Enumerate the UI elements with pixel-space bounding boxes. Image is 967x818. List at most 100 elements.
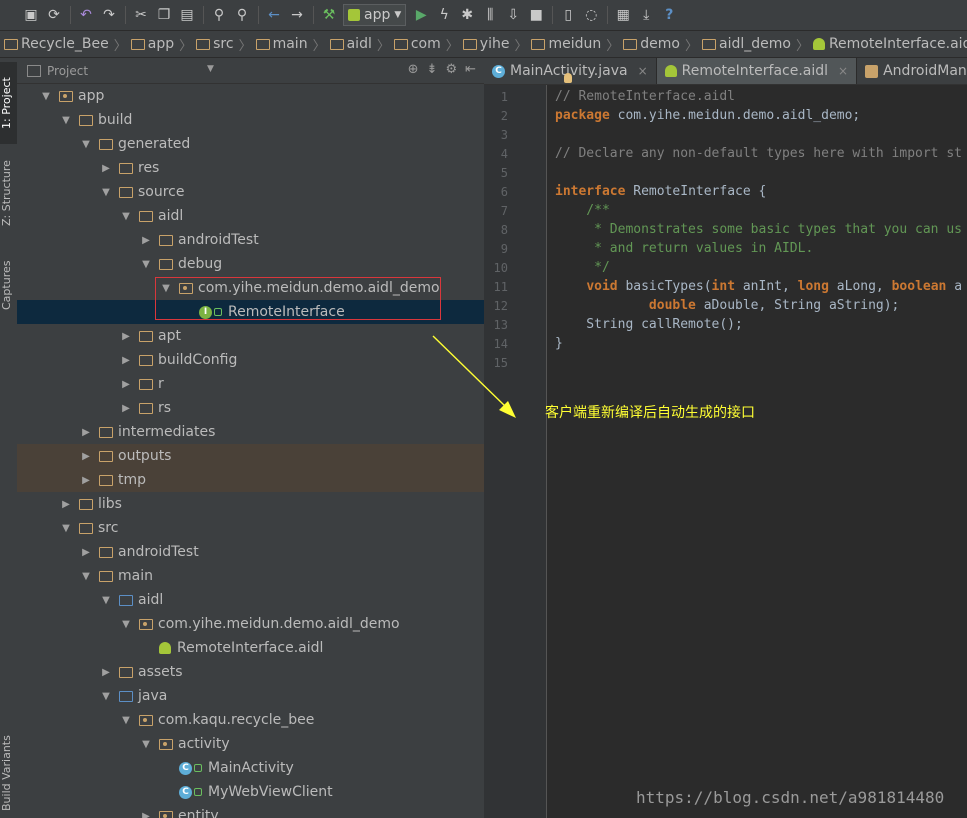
tree-row[interactable]: ▶ r <box>17 372 484 396</box>
tree-row[interactable]: C MyWebViewClient <box>17 780 484 804</box>
make-icon[interactable]: ⚒ <box>320 6 338 24</box>
tab-project[interactable]: 1: Project <box>0 62 17 144</box>
expand-arrow-icon[interactable]: ▼ <box>159 283 173 294</box>
debug-icon[interactable]: ✱ <box>458 6 476 24</box>
collapse-all-icon[interactable]: ⇟ <box>427 62 438 77</box>
attach-debugger-icon[interactable]: ⇩ <box>504 6 522 24</box>
expand-arrow-icon[interactable]: ▼ <box>39 91 53 102</box>
close-tab-icon[interactable]: × <box>638 64 648 78</box>
expand-arrow-icon[interactable]: ▼ <box>59 523 73 534</box>
breadcrumb-item[interactable]: aidl_demo 〉 <box>701 35 809 54</box>
hide-panel-icon[interactable]: ⇤ <box>465 62 476 77</box>
collapse-arrow-icon[interactable]: ▶ <box>139 811 153 818</box>
replace-icon[interactable]: ⚲ <box>233 6 251 24</box>
project-panel-title[interactable]: Project <box>47 64 88 78</box>
breadcrumb-item[interactable]: demo 〉 <box>623 35 698 54</box>
tree-row[interactable]: ▶ assets <box>17 660 484 684</box>
project-structure-icon[interactable]: ▦ <box>614 6 632 24</box>
tree-row[interactable]: ▶ rs <box>17 396 484 420</box>
collapse-arrow-icon[interactable]: ▶ <box>119 331 133 342</box>
breadcrumb-item[interactable]: aidl 〉 <box>329 35 390 54</box>
breadcrumb-item[interactable]: main 〉 <box>255 35 326 54</box>
tree-row[interactable]: ▼ build <box>17 108 484 132</box>
tree-row[interactable]: ▼ com.yihe.meidun.demo.aidl_demo <box>17 612 484 636</box>
tab-build-variants[interactable]: Build Variants <box>0 730 17 816</box>
gradle-sync-icon[interactable]: ◌ <box>582 6 600 24</box>
redo-icon[interactable]: ↷ <box>100 6 118 24</box>
forward-icon[interactable]: → <box>288 6 306 24</box>
collapse-arrow-icon[interactable]: ▶ <box>79 451 93 462</box>
tree-row[interactable]: ▶ androidTest <box>17 540 484 564</box>
copy-icon[interactable]: ❐ <box>155 6 173 24</box>
close-tab-icon[interactable]: × <box>838 64 848 78</box>
tree-row[interactable]: ▼ source <box>17 180 484 204</box>
tree-row[interactable]: ▼ app <box>17 84 484 108</box>
stop-icon[interactable]: ■ <box>527 6 545 24</box>
lightbulb-icon[interactable] <box>564 73 572 83</box>
tree-row[interactable]: ▶ entity <box>17 804 484 818</box>
profile-icon[interactable]: ⫼ <box>481 6 499 24</box>
tree-row[interactable]: ▶ apt <box>17 324 484 348</box>
expand-arrow-icon[interactable]: ▼ <box>59 115 73 126</box>
editor-tab[interactable]: AndroidManifest.xml <box>857 58 967 84</box>
expand-arrow-icon[interactable]: ▼ <box>79 139 93 150</box>
save-icon[interactable]: ▣ <box>22 6 40 24</box>
sdk-manager-icon[interactable]: ⤓ <box>637 6 655 24</box>
breadcrumb-item[interactable]: yihe 〉 <box>462 35 527 54</box>
collapse-arrow-icon[interactable]: ▶ <box>139 235 153 246</box>
expand-arrow-icon[interactable]: ▼ <box>139 739 153 750</box>
collapse-arrow-icon[interactable]: ▶ <box>119 403 133 414</box>
chevron-down-icon[interactable]: ▼ <box>207 64 214 74</box>
breadcrumb-item[interactable]: RemoteInterface.aidl <box>812 36 967 52</box>
tree-row[interactable]: C MainActivity <box>17 756 484 780</box>
tree-row-selected[interactable]: I RemoteInterface <box>17 300 484 324</box>
breadcrumb-item[interactable]: src 〉 <box>196 35 252 54</box>
undo-icon[interactable]: ↶ <box>77 6 95 24</box>
tree-row[interactable]: ▶ androidTest <box>17 228 484 252</box>
tree-row[interactable]: ▼ aidl <box>17 588 484 612</box>
tree-row[interactable]: ▼ src <box>17 516 484 540</box>
collapse-arrow-icon[interactable]: ▶ <box>119 355 133 366</box>
tree-row[interactable]: ▶ res <box>17 156 484 180</box>
tab-structure[interactable]: Z: Structure <box>0 154 17 232</box>
tree-row[interactable]: ▼ aidl <box>17 204 484 228</box>
expand-arrow-icon[interactable]: ▼ <box>99 595 113 606</box>
find-icon[interactable]: ⚲ <box>210 6 228 24</box>
tree-row[interactable]: ▶ intermediates <box>17 420 484 444</box>
tree-row[interactable]: ▼ main <box>17 564 484 588</box>
expand-arrow-icon[interactable]: ▼ <box>119 619 133 630</box>
collapse-arrow-icon[interactable]: ▶ <box>79 427 93 438</box>
tree-row[interactable]: ▶ outputs <box>17 444 484 468</box>
apply-changes-icon[interactable]: ϟ <box>435 6 453 24</box>
editor-tab[interactable]: RemoteInterface.aidl × <box>656 58 858 84</box>
expand-arrow-icon[interactable]: ▼ <box>139 259 153 270</box>
expand-arrow-icon[interactable]: ▼ <box>99 691 113 702</box>
tree-row[interactable]: ▼ com.yihe.meidun.demo.aidl_demo <box>17 276 484 300</box>
sync-icon[interactable]: ⟳ <box>45 6 63 24</box>
expand-arrow-icon[interactable]: ▼ <box>99 187 113 198</box>
tree-row[interactable]: ▼ java <box>17 684 484 708</box>
breadcrumb-item[interactable]: Recycle_Bee 〉 <box>4 35 127 54</box>
back-icon[interactable]: ← <box>265 6 283 24</box>
paste-icon[interactable]: ▤ <box>178 6 196 24</box>
code-editor[interactable]: // RemoteInterface.aidl package com.yihe.… <box>547 85 967 818</box>
collapse-arrow-icon[interactable]: ▶ <box>59 499 73 510</box>
tab-captures[interactable]: Captures <box>0 254 17 316</box>
expand-arrow-icon[interactable]: ▼ <box>119 715 133 726</box>
help-icon[interactable]: ? <box>660 6 678 24</box>
collapse-arrow-icon[interactable]: ▶ <box>119 379 133 390</box>
tree-row[interactable]: ▶ libs <box>17 492 484 516</box>
run-configuration-dropdown[interactable]: app ▼ <box>343 4 407 26</box>
collapse-arrow-icon[interactable]: ▶ <box>99 163 113 174</box>
tree-row[interactable]: RemoteInterface.aidl <box>17 636 484 660</box>
tree-row[interactable]: ▼ com.kaqu.recycle_bee <box>17 708 484 732</box>
breadcrumb-item[interactable]: app 〉 <box>130 35 192 54</box>
settings-gear-icon[interactable]: ⚙ <box>445 62 457 77</box>
collapse-arrow-icon[interactable]: ▶ <box>79 475 93 486</box>
breadcrumb-item[interactable]: meidun 〉 <box>531 35 619 54</box>
expand-arrow-icon[interactable]: ▼ <box>119 211 133 222</box>
breadcrumb-item[interactable]: com 〉 <box>393 35 459 54</box>
tree-row[interactable]: ▶ buildConfig <box>17 348 484 372</box>
cut-icon[interactable]: ✂ <box>132 6 150 24</box>
tree-row[interactable]: ▼ activity <box>17 732 484 756</box>
